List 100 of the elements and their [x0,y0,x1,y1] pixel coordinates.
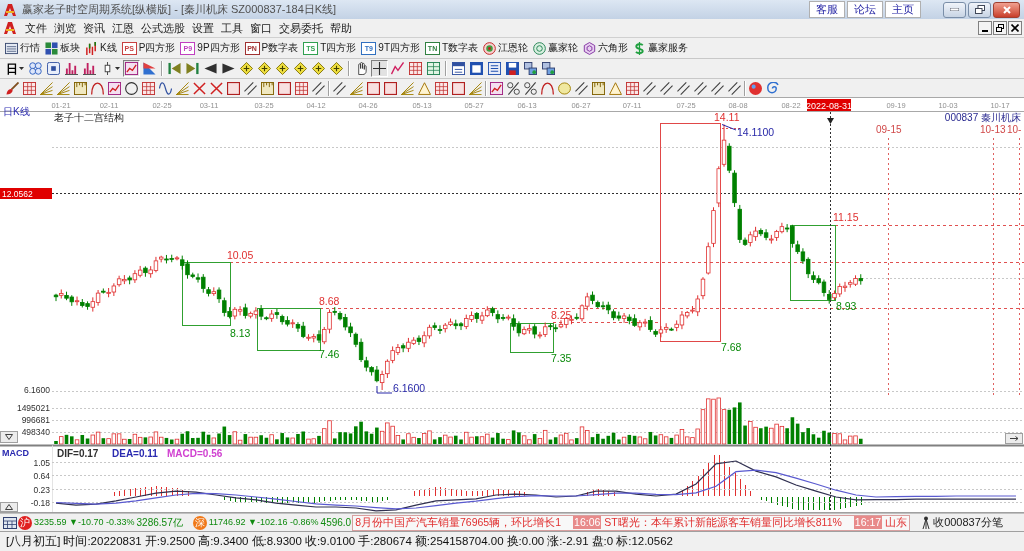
wave-icon[interactable] [159,81,172,95]
toolbar-button[interactable]: 江恩轮 [483,39,529,57]
percent-icon[interactable] [507,81,520,95]
tool-button[interactable] [202,60,219,77]
grid-icon[interactable] [295,81,308,95]
minimize-button[interactable] [978,21,992,35]
grid-icon[interactable] [435,81,448,95]
menu-item[interactable]: 文件 [24,22,48,34]
restore-button[interactable] [968,1,991,18]
news-headline[interactable]: ST曙光：本年累计新能源客车销量同比增长811% [604,514,842,531]
cross-icon[interactable] [210,81,223,95]
tool-button[interactable] [486,60,503,77]
menu-item[interactable]: 窗口 [249,22,273,34]
ruler-icon[interactable] [74,81,87,95]
parallel-lines-icon[interactable] [677,81,690,95]
tool-button[interactable] [63,60,80,77]
header-link[interactable]: 客服 [809,1,845,18]
menu-item[interactable]: 帮助 [329,22,353,34]
triangle-icon[interactable] [418,81,431,95]
header-link[interactable]: 论坛 [847,1,883,18]
parallel-lines-icon[interactable] [575,81,588,95]
parallel-lines-icon[interactable] [643,81,656,95]
chart-icon[interactable] [108,81,121,95]
tick-data-link[interactable]: 收000837分笔 [933,517,1003,528]
app-logo-icon [3,2,17,17]
menu-item[interactable]: 交易委托 [278,22,324,34]
rectangle-icon[interactable] [278,81,291,95]
brush-icon[interactable] [6,81,19,95]
header-link[interactable]: 主页 [885,1,921,18]
collapse-button[interactable] [0,431,18,443]
tool-button[interactable] [371,60,388,77]
scroll-button[interactable] [1005,433,1023,444]
fan-lines-icon[interactable] [350,81,363,95]
toolbar-button[interactable]: 板块 [45,39,80,57]
arc-icon[interactable] [91,81,104,95]
tool-button[interactable] [45,60,62,77]
news-headline[interactable]: 8月份中国产汽车销量76965辆，环比增长1 [355,514,562,531]
rectangle-icon[interactable] [384,81,397,95]
chart-icon[interactable] [490,81,503,95]
toolbar-button[interactable]: 赢家轮 [533,39,579,57]
grid-icon[interactable] [626,81,639,95]
menu-item[interactable]: 工具 [220,22,244,34]
news-headline[interactable]: 山东 [885,514,908,531]
percent-icon[interactable] [524,81,537,95]
parallel-lines-icon[interactable] [333,81,346,95]
tool-button[interactable] [238,60,255,77]
close-button[interactable] [993,1,1020,18]
arc-icon[interactable] [541,81,554,95]
grid-icon[interactable] [142,81,155,95]
ruler-icon[interactable] [592,81,605,95]
parallel-lines-icon[interactable] [728,81,741,95]
fan-lines-icon[interactable] [57,81,70,95]
toolbar-button[interactable]: 赢家服务 [633,39,689,57]
tool-button[interactable] [522,60,539,77]
menu-item[interactable]: 江恩 [111,22,135,34]
parallel-lines-icon[interactable] [711,81,724,95]
app-logo-icon [3,21,17,35]
tool-button[interactable] [504,60,521,77]
tool-button[interactable] [123,60,140,77]
tool-button[interactable] [220,60,237,77]
tool-button[interactable] [540,60,557,77]
restore-icon [974,5,985,14]
fan-lines-icon[interactable] [176,81,189,95]
fan-lines-icon[interactable] [401,81,414,95]
range-box [510,323,554,353]
tool-button[interactable] [292,60,309,77]
rectangle-icon[interactable] [367,81,380,95]
tool-button[interactable] [328,60,345,77]
fan-lines-icon[interactable] [40,81,53,95]
menu-item[interactable]: 公式选股 [140,22,186,34]
fan-lines-icon[interactable] [469,81,482,95]
toolbar-button[interactable]: K线 [85,39,117,57]
swirl-icon[interactable] [766,81,779,95]
ball-icon[interactable] [749,81,762,95]
menu-item[interactable]: 设置 [191,22,215,34]
expand-button[interactable] [0,502,18,512]
toolbar-button[interactable]: 六角形 [583,39,629,57]
close-button[interactable] [1008,21,1022,35]
cross-icon[interactable] [193,81,206,95]
toolbar-button[interactable]: 行情 [5,39,40,57]
parallel-lines-icon[interactable] [660,81,673,95]
rectangle-icon[interactable] [227,81,240,95]
rectangle-icon[interactable] [452,81,465,95]
restore-button[interactable] [993,21,1007,35]
ruler-icon[interactable] [261,81,274,95]
tool-button[interactable] [310,60,327,77]
tool-button[interactable] [450,60,467,77]
triangle-icon[interactable] [609,81,622,95]
tool-button[interactable] [274,60,291,77]
circle-icon[interactable] [125,81,138,95]
grid-icon[interactable] [23,81,36,95]
menu-item[interactable]: 资讯 [82,22,106,34]
parallel-lines-icon[interactable] [244,81,257,95]
tool-button[interactable] [256,60,273,77]
tool-button[interactable] [468,60,485,77]
parallel-lines-icon[interactable] [694,81,707,95]
tool-button[interactable] [81,60,98,77]
menu-item[interactable]: 浏览 [53,22,77,34]
period-dropdown[interactable]: 日 [4,60,26,77]
parallel-lines-icon[interactable] [312,81,325,95]
